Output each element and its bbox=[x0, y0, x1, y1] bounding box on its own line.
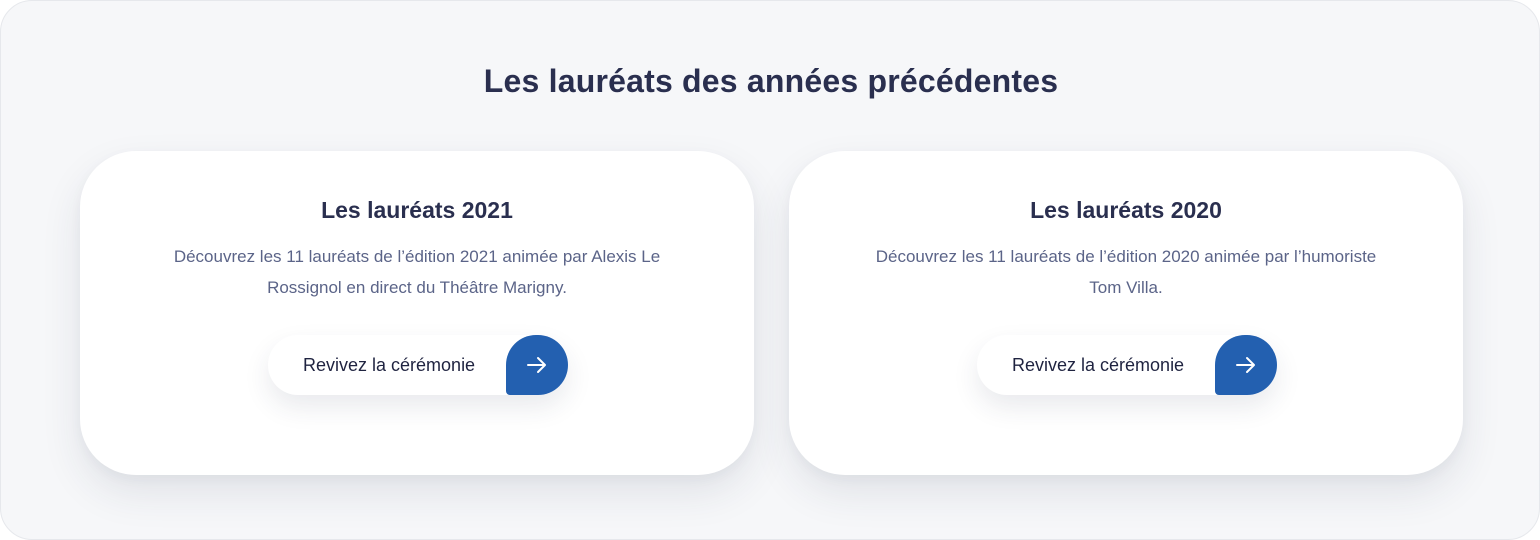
card-title: Les lauréats 2020 bbox=[1030, 197, 1222, 223]
laureates-card-2021: Les lauréats 2021 Découvrez les 11 lauré… bbox=[80, 151, 754, 475]
laureates-card-2020: Les lauréats 2020 Découvrez les 11 lauré… bbox=[789, 151, 1463, 475]
replay-ceremony-label: Revivez la cérémonie bbox=[303, 355, 476, 375]
replay-ceremony-button[interactable]: Revivez la cérémonie bbox=[977, 335, 1277, 395]
card-description: Découvrez les 11 lauréats de l’édition 2… bbox=[875, 247, 1377, 297]
replay-ceremony-button[interactable]: Revivez la cérémonie bbox=[268, 335, 568, 395]
section-title: Les lauréats des années précédentes bbox=[483, 63, 1059, 99]
replay-ceremony-label: Revivez la cérémonie bbox=[1012, 355, 1185, 375]
laureates-section: Les lauréats des années précédentes Les … bbox=[0, 0, 1540, 540]
arrow-right-icon[interactable] bbox=[506, 335, 568, 395]
card-description: Découvrez les 11 lauréats de l’édition 2… bbox=[173, 247, 661, 297]
card-title: Les lauréats 2021 bbox=[321, 197, 513, 223]
arrow-right-icon[interactable] bbox=[1215, 335, 1277, 395]
